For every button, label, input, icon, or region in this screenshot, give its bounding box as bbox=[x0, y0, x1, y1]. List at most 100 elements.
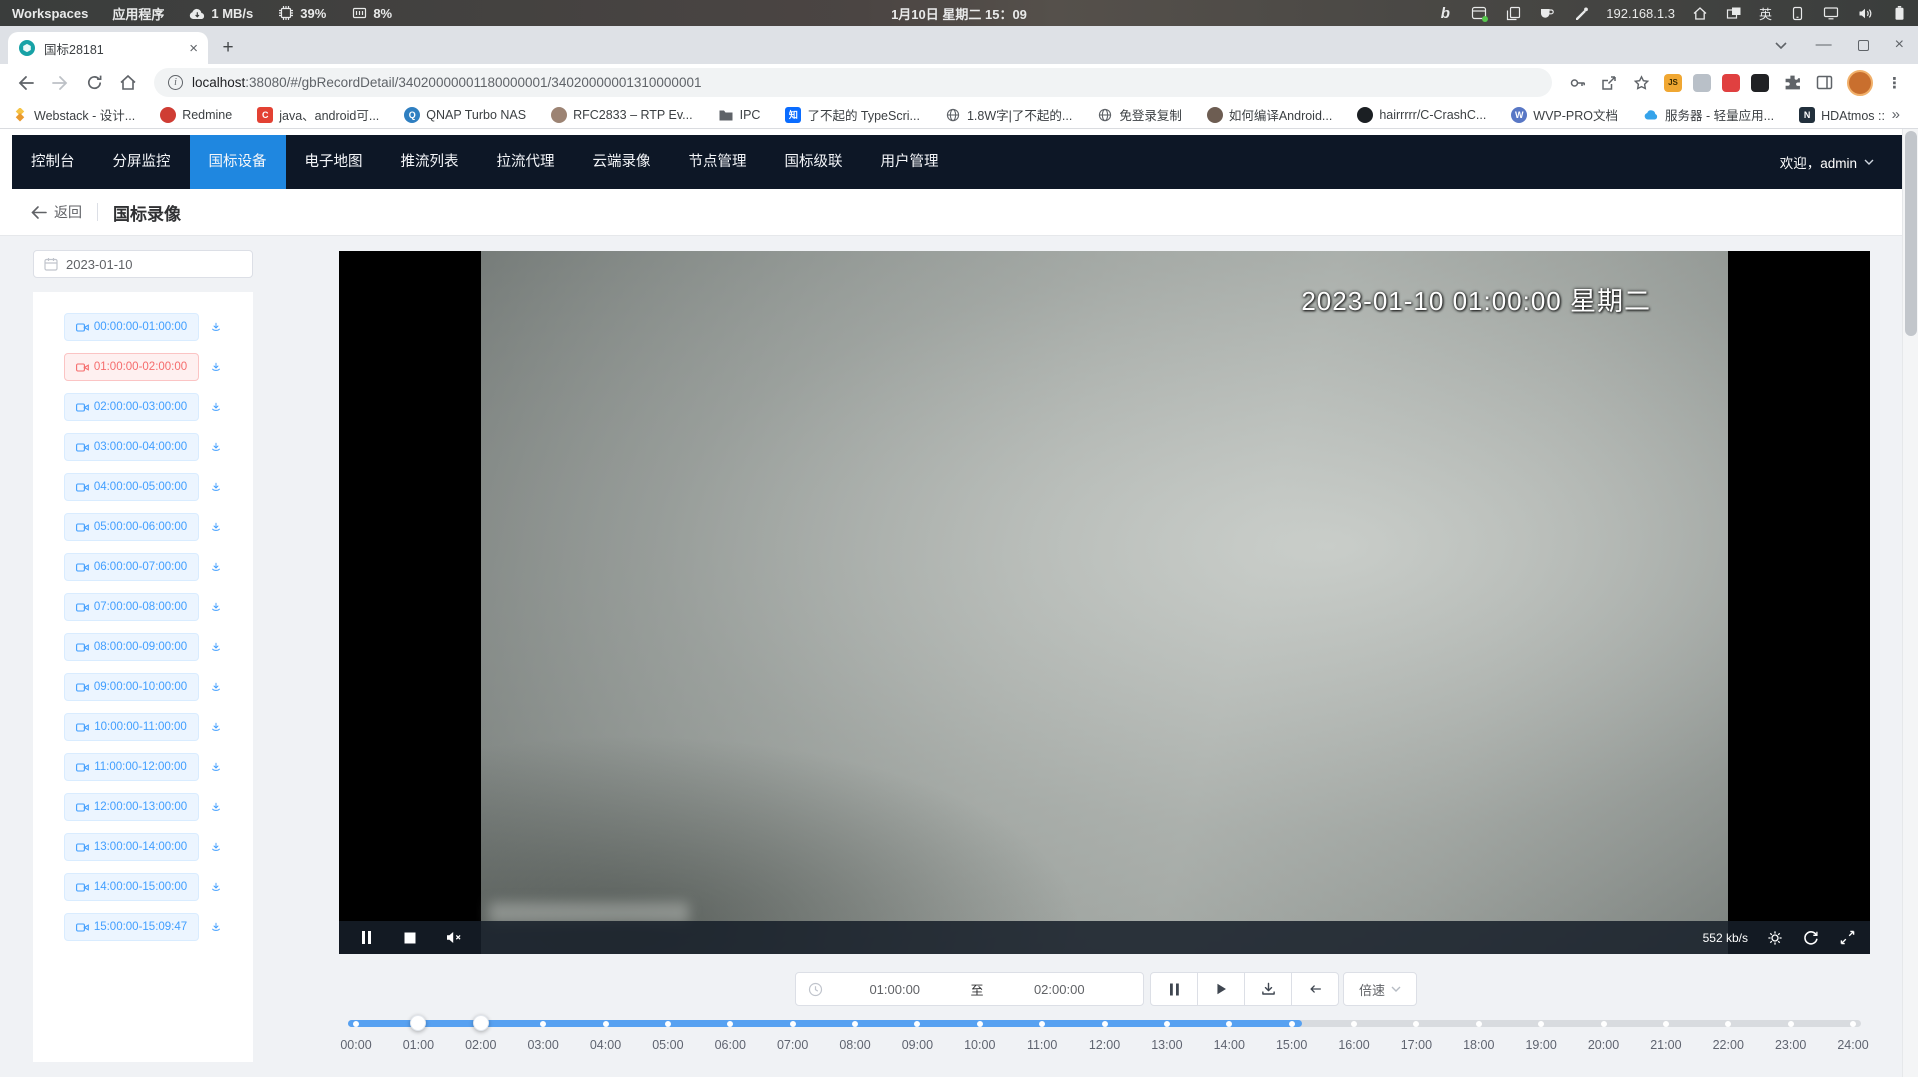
timeline-handle-end[interactable] bbox=[473, 1015, 489, 1031]
video-surface[interactable] bbox=[481, 251, 1728, 954]
recording-download-button[interactable] bbox=[205, 316, 227, 338]
site-info-icon[interactable]: i bbox=[168, 75, 183, 90]
bookmark-item[interactable]: Cjava、android可... bbox=[257, 105, 379, 124]
recording-download-button[interactable] bbox=[205, 716, 227, 738]
recording-download-button[interactable] bbox=[205, 596, 227, 618]
recording-download-button[interactable] bbox=[205, 396, 227, 418]
recording-range-button[interactable]: 11:00:00-12:00:00 bbox=[64, 753, 199, 781]
recording-range-button[interactable]: 07:00:00-08:00:00 bbox=[64, 593, 199, 621]
nav-tab-2[interactable]: 分屏监控 bbox=[94, 135, 190, 189]
bookmark-star-icon[interactable] bbox=[1632, 74, 1650, 92]
window-close-button[interactable]: × bbox=[1895, 36, 1904, 54]
recording-download-button[interactable] bbox=[205, 636, 227, 658]
nav-tab-5[interactable]: 推流列表 bbox=[382, 135, 478, 189]
scrollbar-thumb[interactable] bbox=[1905, 131, 1917, 336]
bookmarks-overflow-button[interactable]: » bbox=[1886, 106, 1906, 123]
tray-bing-icon[interactable]: b bbox=[1436, 4, 1454, 22]
bookmark-item[interactable]: RFC2833 – RTP Ev... bbox=[551, 107, 693, 123]
nav-tab-9[interactable]: 国标级联 bbox=[766, 135, 862, 189]
recording-download-button[interactable] bbox=[205, 676, 227, 698]
recording-download-button[interactable] bbox=[205, 796, 227, 818]
download-button[interactable] bbox=[1244, 972, 1292, 1006]
applications-button[interactable]: 应用程序 bbox=[112, 4, 164, 23]
recording-range-button[interactable]: 01:00:00-02:00:00 bbox=[64, 353, 199, 381]
recording-download-button[interactable] bbox=[205, 356, 227, 378]
tray-home-icon[interactable] bbox=[1691, 4, 1709, 22]
bookmark-item[interactable]: WWVP-PRO文档 bbox=[1511, 105, 1618, 124]
recording-download-button[interactable] bbox=[205, 476, 227, 498]
recording-range-button[interactable]: 09:00:00-10:00:00 bbox=[64, 673, 199, 701]
recording-download-button[interactable] bbox=[205, 756, 227, 778]
recording-range-button[interactable]: 13:00:00-14:00:00 bbox=[64, 833, 199, 861]
tab-close-button[interactable]: × bbox=[189, 41, 198, 56]
player-pause-icon[interactable] bbox=[357, 929, 375, 947]
recording-range-button[interactable]: 06:00:00-07:00:00 bbox=[64, 553, 199, 581]
timeline-handle-start[interactable] bbox=[410, 1015, 426, 1031]
back-button[interactable]: 返回 bbox=[30, 202, 82, 222]
tray-volume-icon[interactable] bbox=[1856, 4, 1874, 22]
recording-download-button[interactable] bbox=[205, 556, 227, 578]
url-bar[interactable]: i localhost:38080/#/gbRecordDetail/34020… bbox=[154, 68, 1552, 97]
ext-gray-icon[interactable] bbox=[1693, 74, 1711, 92]
tray-clipboard-icon[interactable] bbox=[1504, 4, 1522, 22]
password-key-icon[interactable] bbox=[1568, 74, 1586, 92]
tray-phone-icon[interactable] bbox=[1788, 4, 1806, 22]
tray-ip-address[interactable]: 192.168.1.3 bbox=[1606, 6, 1675, 21]
ext-dark-icon[interactable] bbox=[1751, 74, 1769, 92]
player-refresh-icon[interactable] bbox=[1802, 929, 1820, 947]
recording-range-button[interactable]: 04:00:00-05:00:00 bbox=[64, 473, 199, 501]
bookmark-item[interactable]: 服务器 - 轻量应用... bbox=[1643, 105, 1774, 124]
window-maximize-button[interactable] bbox=[1858, 40, 1869, 51]
nav-tab-8[interactable]: 节点管理 bbox=[670, 135, 766, 189]
bookmark-item[interactable]: hairrrrr/C-CrashC... bbox=[1357, 107, 1486, 123]
start-time-value[interactable]: 01:00:00 bbox=[823, 982, 967, 997]
side-panel-icon[interactable] bbox=[1815, 74, 1833, 92]
nav-tab-6[interactable]: 拉流代理 bbox=[478, 135, 574, 189]
recording-download-button[interactable] bbox=[205, 836, 227, 858]
pause-button[interactable] bbox=[1150, 972, 1198, 1006]
player-fullscreen-icon[interactable] bbox=[1838, 929, 1856, 947]
clock-menu[interactable]: 1月10日 星期二 15：09 bbox=[891, 4, 1027, 23]
bookmark-item[interactable]: 如何编译Android... bbox=[1207, 105, 1333, 124]
player-mute-icon[interactable] bbox=[445, 929, 463, 947]
recording-range-button[interactable]: 15:00:00-15:09:47 bbox=[64, 913, 199, 941]
ext-js-icon[interactable]: JS bbox=[1664, 74, 1682, 92]
back-icon[interactable] bbox=[12, 69, 40, 97]
tray-app-icon[interactable] bbox=[1470, 4, 1488, 22]
recording-range-button[interactable]: 08:00:00-09:00:00 bbox=[64, 633, 199, 661]
bookmark-item[interactable]: Webstack - 设计... bbox=[12, 105, 135, 124]
tray-windows-icon[interactable] bbox=[1725, 4, 1743, 22]
end-time-value[interactable]: 02:00:00 bbox=[988, 982, 1132, 997]
recording-range-button[interactable]: 05:00:00-06:00:00 bbox=[64, 513, 199, 541]
skip-back-button[interactable] bbox=[1291, 972, 1339, 1006]
time-range-input[interactable]: 01:00:00 至 02:00:00 bbox=[795, 972, 1144, 1006]
ext-red-icon[interactable] bbox=[1722, 74, 1740, 92]
page-scrollbar[interactable] bbox=[1902, 129, 1918, 1077]
nav-tab-7[interactable]: 云端录像 bbox=[574, 135, 670, 189]
recording-download-button[interactable] bbox=[205, 916, 227, 938]
tab-search-chevron-icon[interactable] bbox=[1772, 36, 1790, 54]
browser-tab[interactable]: 国标28181 × bbox=[8, 32, 208, 64]
nav-tab-3[interactable]: 国标设备 bbox=[190, 135, 286, 189]
tray-display-icon[interactable] bbox=[1822, 4, 1840, 22]
bookmark-item[interactable]: 1.8W字|了不起的... bbox=[945, 105, 1072, 124]
playback-speed-dropdown[interactable]: 倍速 bbox=[1343, 972, 1417, 1006]
recording-range-button[interactable]: 02:00:00-03:00:00 bbox=[64, 393, 199, 421]
bookmark-item[interactable]: Redmine bbox=[160, 107, 232, 123]
forward-icon[interactable] bbox=[46, 69, 74, 97]
recording-range-button[interactable]: 10:00:00-11:00:00 bbox=[64, 713, 199, 741]
recording-range-button[interactable]: 03:00:00-04:00:00 bbox=[64, 433, 199, 461]
recording-range-button[interactable]: 00:00:00-01:00:00 bbox=[64, 313, 199, 341]
bookmark-item[interactable]: 免登录复制 bbox=[1097, 105, 1182, 124]
tray-battery-icon[interactable] bbox=[1890, 4, 1908, 22]
recording-download-button[interactable] bbox=[205, 436, 227, 458]
home-icon[interactable] bbox=[114, 69, 142, 97]
new-tab-button[interactable]: + bbox=[216, 36, 240, 60]
workspaces-button[interactable]: Workspaces bbox=[12, 6, 88, 21]
recording-range-button[interactable]: 14:00:00-15:00:00 bbox=[64, 873, 199, 901]
tray-input-language[interactable]: 英 bbox=[1759, 4, 1772, 23]
bookmark-item[interactable]: 知了不起的 TypeScri... bbox=[785, 105, 920, 124]
player-settings-gear-icon[interactable] bbox=[1766, 929, 1784, 947]
user-menu[interactable]: 欢迎，admin bbox=[1780, 152, 1902, 172]
reload-icon[interactable] bbox=[80, 69, 108, 97]
